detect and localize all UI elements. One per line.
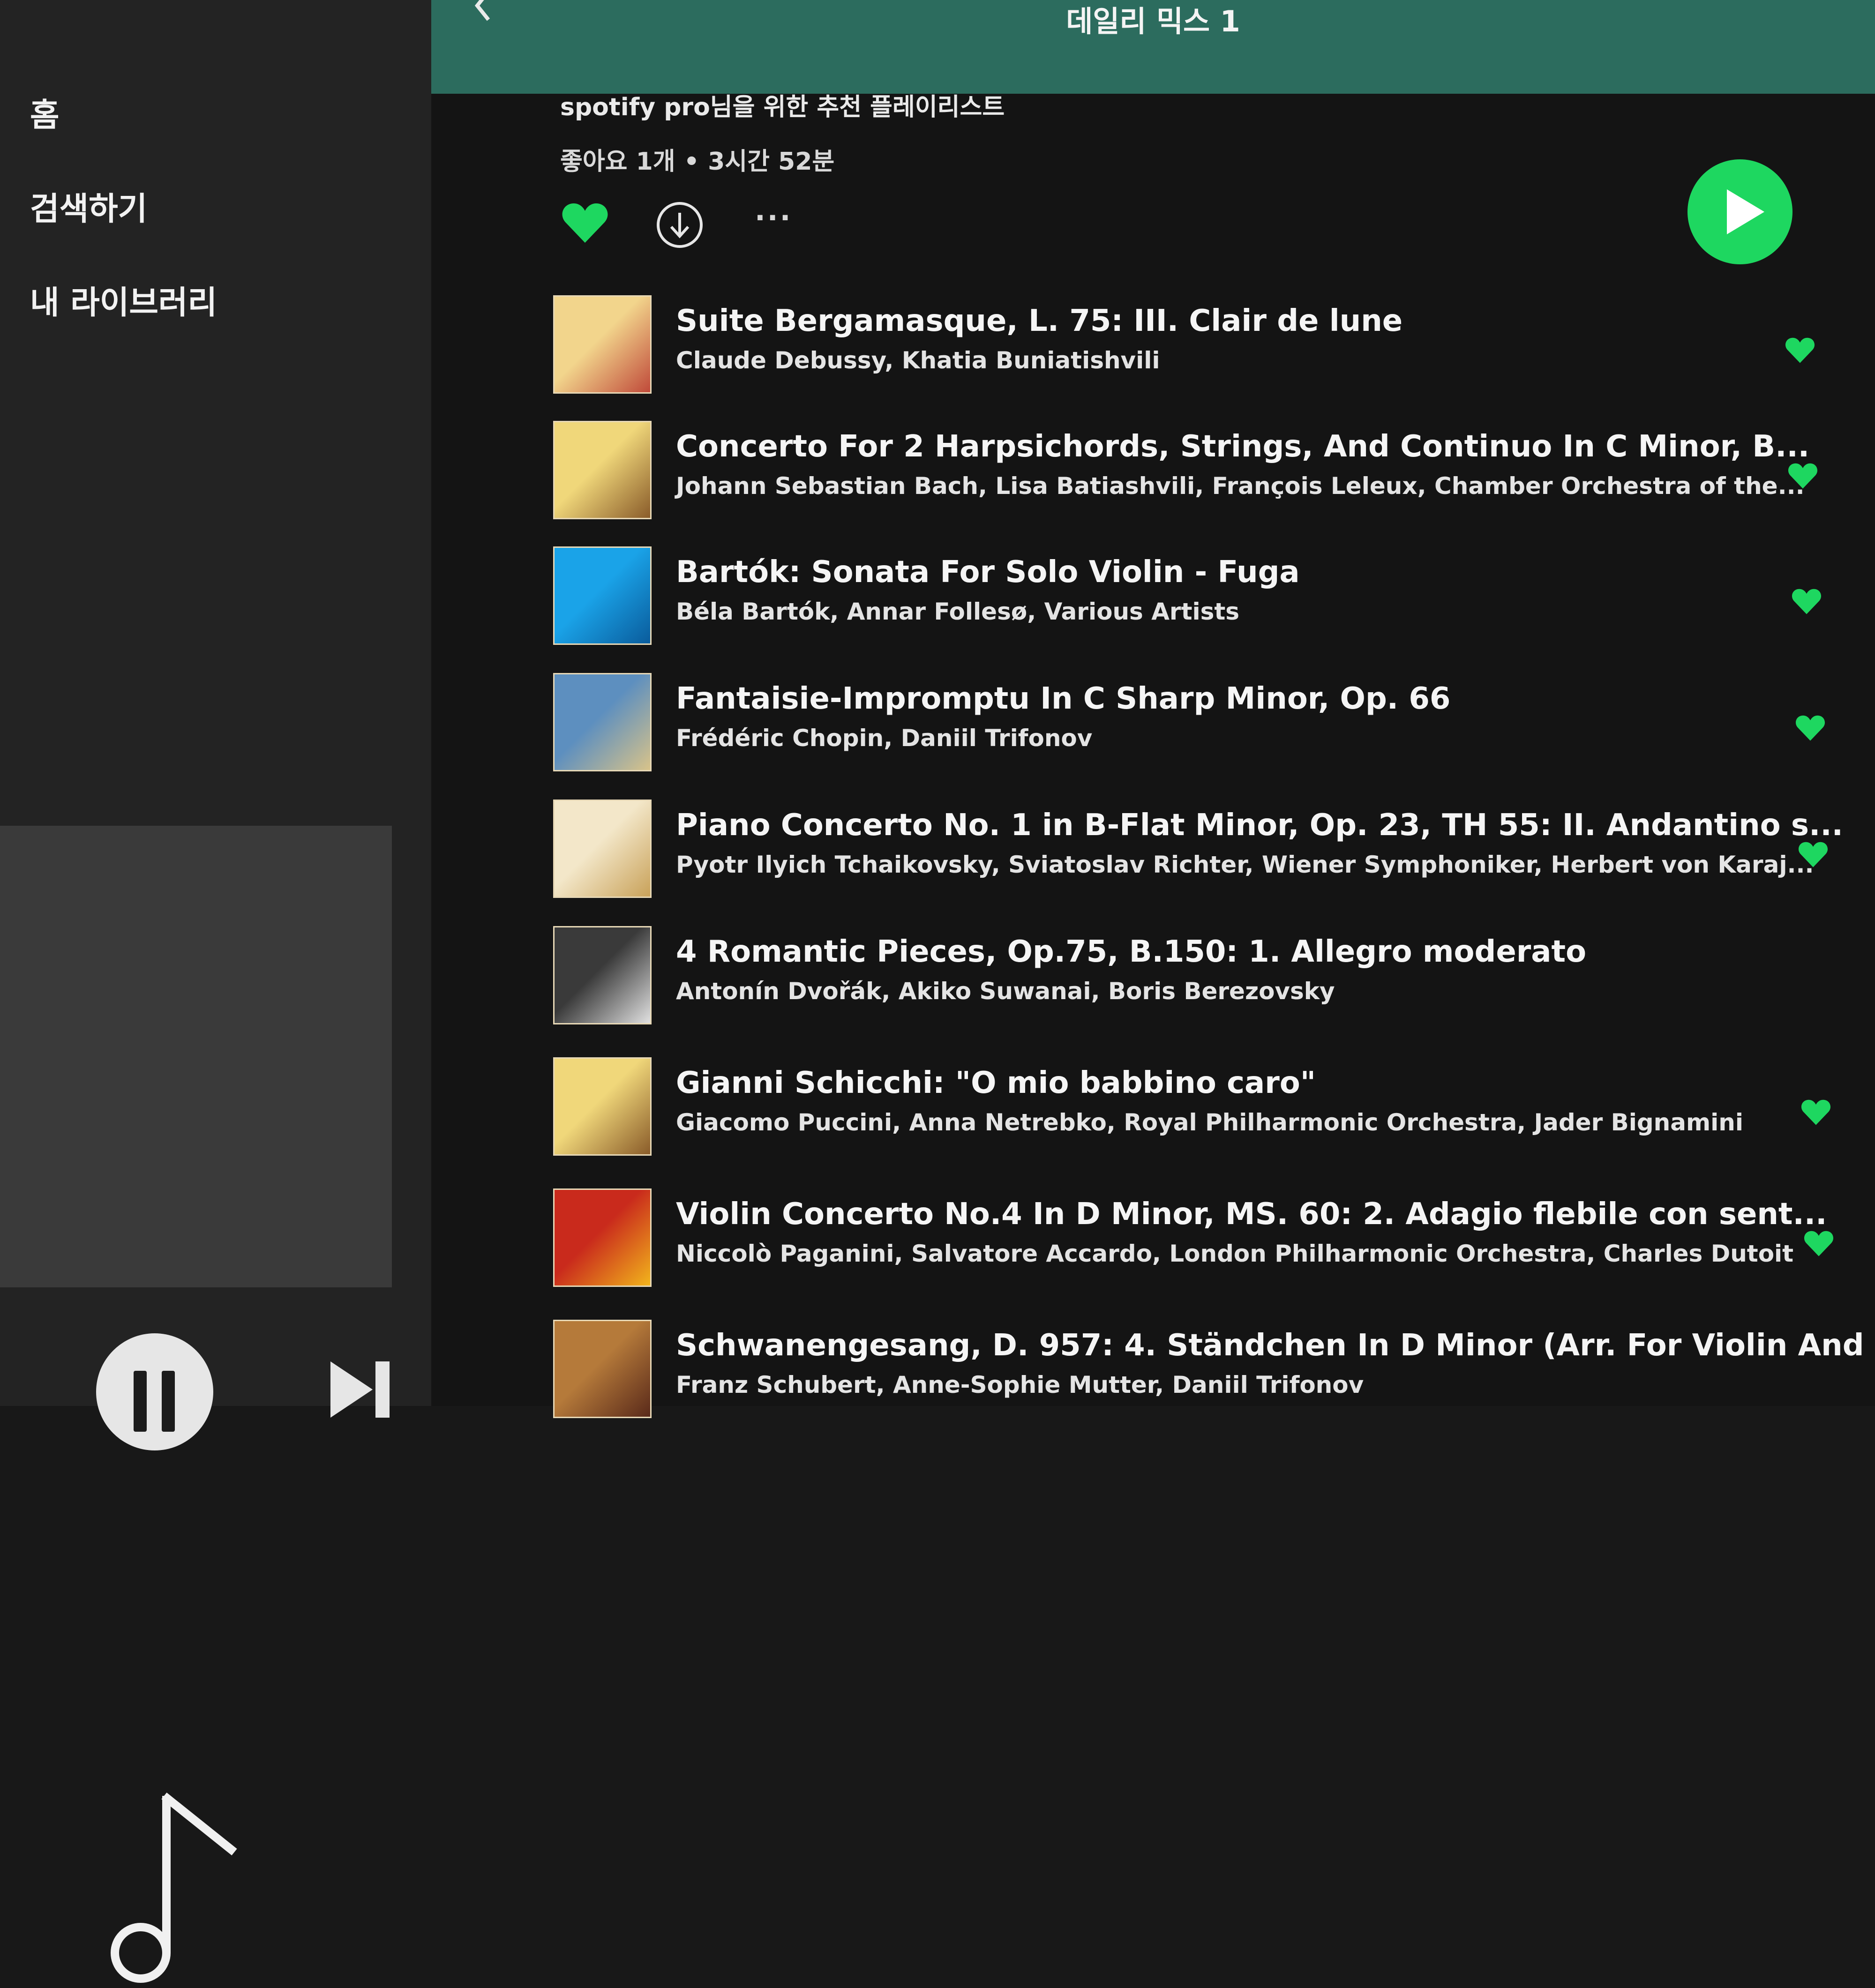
sidebar: 홈 검색하기 내 라이브러리 (0, 0, 431, 1983)
track-row[interactable]: Piano Concerto No. 1 in B-Flat Minor, Op… (553, 800, 1866, 903)
track-row[interactable]: Violin Concerto No.4 In D Minor, MS. 60:… (553, 1188, 1866, 1292)
main-panel: 데일리 믹스 1 spotify pro님을 위한 추천 플레이리스트 좋아요 … (431, 0, 1875, 1418)
heart-icon[interactable] (1785, 336, 1815, 364)
album-art (553, 800, 652, 898)
play-icon (1727, 189, 1764, 234)
track-row[interactable]: Bartók: Sonata For Solo Violin - Fuga Bél… (553, 546, 1866, 650)
track-artists[interactable]: Niccolò Paganini, Salvatore Accardo, Lon… (676, 1240, 1793, 1267)
album-art (553, 546, 652, 645)
track-title[interactable]: Gianni Schicchi: "O mio babbino caro" (676, 1066, 1316, 1100)
track-row[interactable]: Schwanengesang, D. 957: 4. Ständchen In … (553, 1320, 1875, 1423)
heart-icon[interactable] (1798, 841, 1828, 868)
pause-icon (134, 1371, 147, 1432)
album-art (553, 1057, 652, 1156)
heart-icon[interactable] (1801, 1099, 1831, 1126)
heart-icon[interactable] (1788, 462, 1818, 489)
music-note-icon (111, 1792, 237, 1983)
sidebar-item-home[interactable]: 홈 (30, 89, 60, 135)
playlist-title: 데일리 믹스 1 (1066, 4, 1240, 38)
album-art (553, 295, 652, 394)
track-row[interactable]: Fantaisie-Impromptu In C Sharp Minor, Op… (553, 673, 1866, 776)
album-art (553, 926, 652, 1024)
heart-icon[interactable] (562, 202, 608, 244)
track-artists[interactable]: Béla Bartók, Annar Follesø, Various Arti… (676, 598, 1239, 625)
play-button[interactable] (1688, 159, 1792, 264)
track-title[interactable]: Piano Concerto No. 1 in B-Flat Minor, Op… (676, 808, 1843, 843)
track-title[interactable]: Fantaisie-Impromptu In C Sharp Minor, Op… (676, 681, 1450, 716)
track-title[interactable]: Schwanengesang, D. 957: 4. Ständchen In … (676, 1328, 1875, 1363)
track-title[interactable]: 4 Romantic Pieces, Op.75, B.150: 1. Alle… (676, 934, 1586, 969)
track-artists[interactable]: Johann Sebastian Bach, Lisa Batiashvili,… (676, 472, 1805, 500)
track-artists[interactable]: Frédéric Chopin, Daniil Trifonov (676, 725, 1092, 752)
playlist-header: 데일리 믹스 1 (431, 0, 1875, 94)
track-artists[interactable]: Giacomo Puccini, Anna Netrebko, Royal Ph… (676, 1109, 1743, 1136)
heart-icon[interactable] (1792, 588, 1822, 615)
heart-icon[interactable] (1795, 714, 1825, 741)
track-row[interactable]: Suite Bergamasque, L. 75: III. Clair de … (553, 295, 1866, 398)
track-row[interactable]: Concerto For 2 Harpsichords, Strings, An… (553, 421, 1866, 524)
sidebar-item-search[interactable]: 검색하기 (30, 183, 147, 229)
track-title[interactable]: Violin Concerto No.4 In D Minor, MS. 60:… (676, 1197, 1827, 1232)
track-artists[interactable]: Claude Debussy, Khatia Buniatishvili (676, 347, 1160, 374)
download-icon[interactable] (655, 201, 704, 249)
track-row[interactable]: Gianni Schicchi: "O mio babbino caro" Gia… (553, 1057, 1866, 1160)
playlist-meta: 좋아요 1개 • 3시간 52분 (560, 148, 835, 176)
playlist-subtitle: spotify pro님을 위한 추천 플레이리스트 (560, 93, 1005, 121)
track-artists[interactable]: Franz Schubert, Anne-Sophie Mutter, Dani… (676, 1371, 1364, 1398)
pause-button[interactable] (96, 1333, 213, 1450)
track-title[interactable]: Bartók: Sonata For Solo Violin - Fuga (676, 555, 1300, 590)
track-artists[interactable]: Antonín Dvořák, Akiko Suwanai, Boris Ber… (676, 978, 1335, 1005)
more-options-icon[interactable]: ··· (755, 202, 792, 234)
album-art (553, 421, 652, 519)
track-artists[interactable]: Pyotr Ilyich Tchaikovsky, Sviatoslav Ric… (676, 851, 1814, 878)
track-title[interactable]: Suite Bergamasque, L. 75: III. Clair de … (676, 304, 1402, 338)
track-title[interactable]: Concerto For 2 Harpsichords, Strings, An… (676, 429, 1809, 464)
album-art (553, 1320, 652, 1418)
sidebar-item-library[interactable]: 내 라이브러리 (30, 277, 217, 323)
album-art (553, 673, 652, 771)
track-row[interactable]: 4 Romantic Pieces, Op.75, B.150: 1. Alle… (553, 926, 1866, 1029)
album-art (553, 1188, 652, 1287)
heart-icon[interactable] (1804, 1230, 1834, 1257)
skip-next-icon[interactable] (330, 1361, 391, 1418)
now-playing-artwork[interactable] (0, 826, 392, 1983)
